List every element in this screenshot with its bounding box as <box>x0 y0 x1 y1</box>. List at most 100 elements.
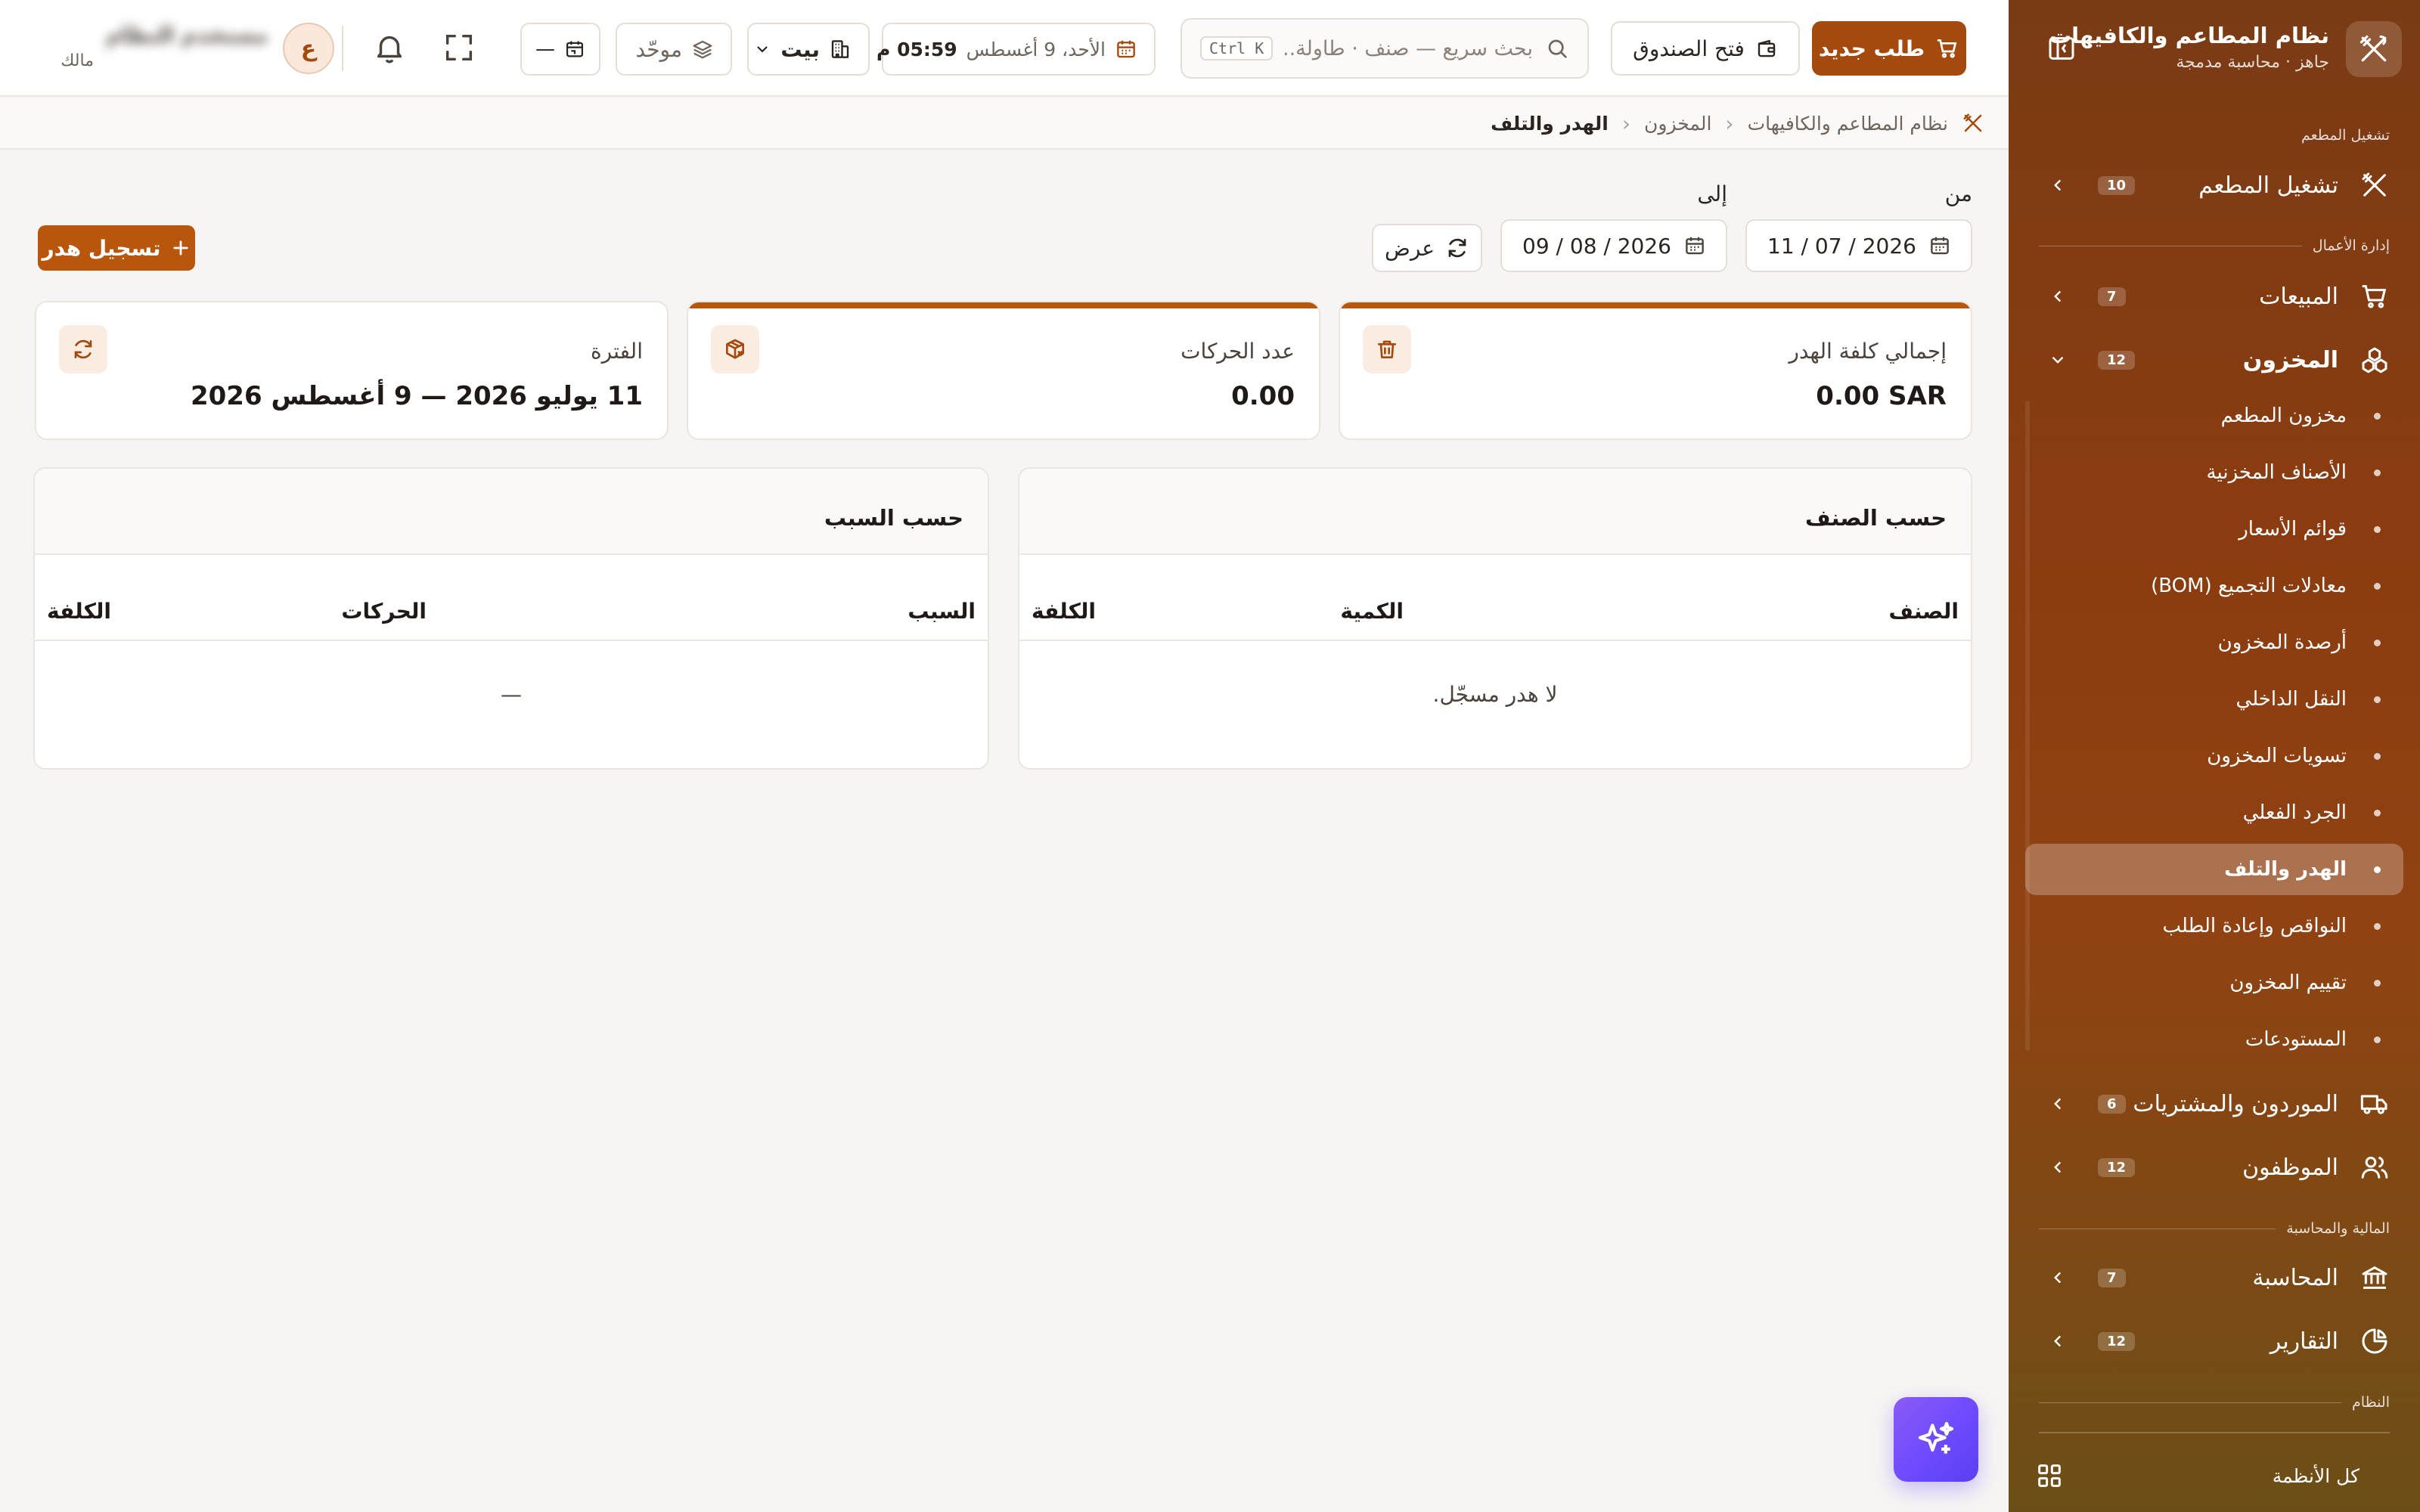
main-content: من 11 / 07 / 2026 إلى 09 / 08 / 2026 عرض… <box>0 151 2009 1512</box>
period-select[interactable]: — <box>520 23 600 76</box>
sidebar-collapse-icon[interactable] <box>2046 33 2077 64</box>
view-button[interactable]: عرض <box>1372 224 1482 272</box>
grid-icon <box>2034 1461 2065 1491</box>
sidebar-subitem-internal-transfer[interactable]: النقل الداخلي <box>2025 674 2403 725</box>
search-placeholder: بحث سريع — صنف · طاولة... <box>1285 36 1533 60</box>
stat-value: 0.00 <box>1231 381 1295 411</box>
bullet-icon <box>2374 469 2381 476</box>
breadcrumb-parent-link[interactable]: المخزون <box>1644 113 1711 135</box>
chevron-left-icon: ‹ <box>1725 110 1734 136</box>
fullscreen-icon[interactable] <box>442 30 476 65</box>
branch-select[interactable]: بيت <box>747 23 870 76</box>
record-waste-button[interactable]: تسجيل هدر <box>38 225 195 271</box>
column-header-cost: الكلفة <box>47 599 111 624</box>
section-label-system: النظام <box>2039 1394 2390 1411</box>
sidebar-item-suppliers[interactable]: الموردون والمشتريات 6 <box>2025 1078 2403 1129</box>
top-header: طلب جديد فتح الصندوق بحث سريع — صنف · طا… <box>0 0 2009 97</box>
table-title: حسب الصنف <box>1805 505 1947 531</box>
search-input[interactable]: بحث سريع — صنف · طاولة... Ctrl K <box>1181 18 1589 79</box>
mode-toggle[interactable]: موحّد <box>616 23 732 76</box>
bullet-icon <box>2374 639 2381 646</box>
new-order-button[interactable]: طلب جديد <box>1812 21 1966 76</box>
empty-state: لا هدر مسجّل. <box>1432 681 1558 707</box>
column-header-cost: الكلفة <box>1032 599 1096 624</box>
sidebar-subitem-physical-count[interactable]: الجرد الفعلي <box>2025 787 2403 838</box>
chevron-left-icon <box>2048 1157 2068 1177</box>
breadcrumb-root-link[interactable]: نظام المطاعم والكافيهات <box>1748 113 1948 135</box>
search-icon <box>1545 36 1569 60</box>
column-header-item: الصنف <box>1888 599 1959 624</box>
sidebar-subitem-bom[interactable]: معادلات التجميع (BOM) <box>2025 560 2403 612</box>
sidebar-item-label: المحاسبة <box>2252 1264 2338 1291</box>
table-header-row: الصنف الكمية الكلفة <box>1019 555 1971 641</box>
sidebar-subitem-stock-balances[interactable]: أرصدة المخزون <box>2025 617 2403 668</box>
count-badge: 12 <box>2098 350 2136 370</box>
sidebar-divider <box>2039 1432 2390 1433</box>
bullet-icon <box>2374 525 2381 533</box>
sidebar-item-all-systems[interactable]: كل الأنظمة <box>2025 1445 2403 1506</box>
stat-value: 0.00 SAR <box>1816 381 1947 411</box>
stat-label: إجمالي كلفة الهدر <box>1789 339 1947 364</box>
sidebar-subitem-warehouses[interactable]: المستودعات <box>2025 1014 2403 1065</box>
sidebar-item-inventory[interactable]: المخزون 12 <box>2025 334 2403 386</box>
sidebar-item-sales[interactable]: المبيعات 7 <box>2025 271 2403 322</box>
count-badge: 12 <box>2098 1157 2136 1177</box>
ai-assistant-button[interactable] <box>1894 1397 1978 1482</box>
sidebar-subitem-stock-adjustments[interactable]: تسويات المخزون <box>2025 730 2403 782</box>
table-header-row: السبب الحركات الكلفة <box>35 555 988 641</box>
from-date-value: 11 / 07 / 2026 <box>1767 233 1916 259</box>
pie-chart-icon <box>2360 1326 2390 1356</box>
plus-icon <box>170 237 191 259</box>
bullet-icon <box>2374 809 2381 816</box>
to-date-value: 09 / 08 / 2026 <box>1522 233 1671 259</box>
open-cash-drawer-button[interactable]: فتح الصندوق <box>1611 21 1800 76</box>
notification-bell-icon[interactable] <box>372 30 407 65</box>
sidebar-item-label: التقارير <box>2270 1328 2338 1355</box>
layers-icon <box>691 38 714 60</box>
sidebar-subitem-stock-items[interactable]: الأصناف المخزنية <box>2025 447 2403 498</box>
sidebar-subitem-waste[interactable]: الهدر والتلف <box>2025 844 2403 895</box>
sidebar-item-label: كل الأنظمة <box>2272 1464 2360 1487</box>
brand-subtitle: جاهز · محاسبة مدمجة <box>2176 53 2329 72</box>
mode-value: موحّد <box>635 36 682 62</box>
to-date-input[interactable]: 09 / 08 / 2026 <box>1500 219 1727 272</box>
trash-icon <box>1363 325 1411 373</box>
breadcrumb-current: الهدر والتلف <box>1491 112 1609 135</box>
sidebar-subitem-price-lists[interactable]: قوائم الأسعار <box>2025 503 2403 555</box>
stat-card-period: الفترة 11 يوليو 2026 — 9 أغسطس 2026 <box>35 301 669 440</box>
sidebar-item-label: الموظفون <box>2242 1154 2338 1181</box>
avatar[interactable]: ع <box>283 23 334 74</box>
column-header-movements: الحركات <box>341 599 427 624</box>
from-date-input[interactable]: 11 / 07 / 2026 <box>1745 219 1972 272</box>
sidebar-item-restaurant-ops[interactable]: تشغيل المطعم 10 <box>2025 160 2403 211</box>
chevron-left-icon <box>2048 287 2068 306</box>
boxes-icon <box>2360 345 2390 375</box>
bullet-icon <box>2374 412 2381 420</box>
sparkles-icon <box>1915 1418 1957 1461</box>
count-badge: 7 <box>2098 287 2126 306</box>
stat-value: 11 يوليو 2026 — 9 أغسطس 2026 <box>190 381 643 411</box>
empty-state: — <box>501 681 522 707</box>
cart-icon <box>2360 281 2390 311</box>
sidebar-item-employees[interactable]: الموظفون 12 <box>2025 1142 2403 1193</box>
sidebar-item-reports[interactable]: التقارير 12 <box>2025 1315 2403 1367</box>
stat-label: الفترة <box>590 339 643 364</box>
truck-icon <box>2360 1089 2390 1119</box>
cart-icon <box>1935 36 1959 60</box>
sidebar-subitem-restaurant-stock[interactable]: مخزون المطعم <box>2025 390 2403 442</box>
refresh-icon <box>1445 236 1469 260</box>
stat-card-movements: عدد الحركات 0.00 <box>687 301 1320 440</box>
building-icon <box>829 38 852 60</box>
by-item-table: حسب الصنف الصنف الكمية الكلفة لا هدر مسج… <box>1018 467 1972 770</box>
stat-card-total-cost: إجمالي كلفة الهدر 0.00 SAR <box>1339 301 1972 440</box>
package-x-icon <box>711 325 759 373</box>
calendar-icon <box>1683 234 1706 257</box>
refresh-icon <box>59 325 107 373</box>
sidebar-item-accounting[interactable]: المحاسبة 7 <box>2025 1252 2403 1303</box>
chevron-left-icon <box>2048 175 2068 195</box>
sidebar-subitem-shortages[interactable]: النواقص وإعادة الطلب <box>2025 900 2403 952</box>
chevron-down-icon <box>753 40 771 58</box>
bullet-icon <box>2374 696 2381 703</box>
count-badge: 10 <box>2098 175 2136 195</box>
sidebar-subitem-stock-valuation[interactable]: تقييم المخزون <box>2025 957 2403 1009</box>
